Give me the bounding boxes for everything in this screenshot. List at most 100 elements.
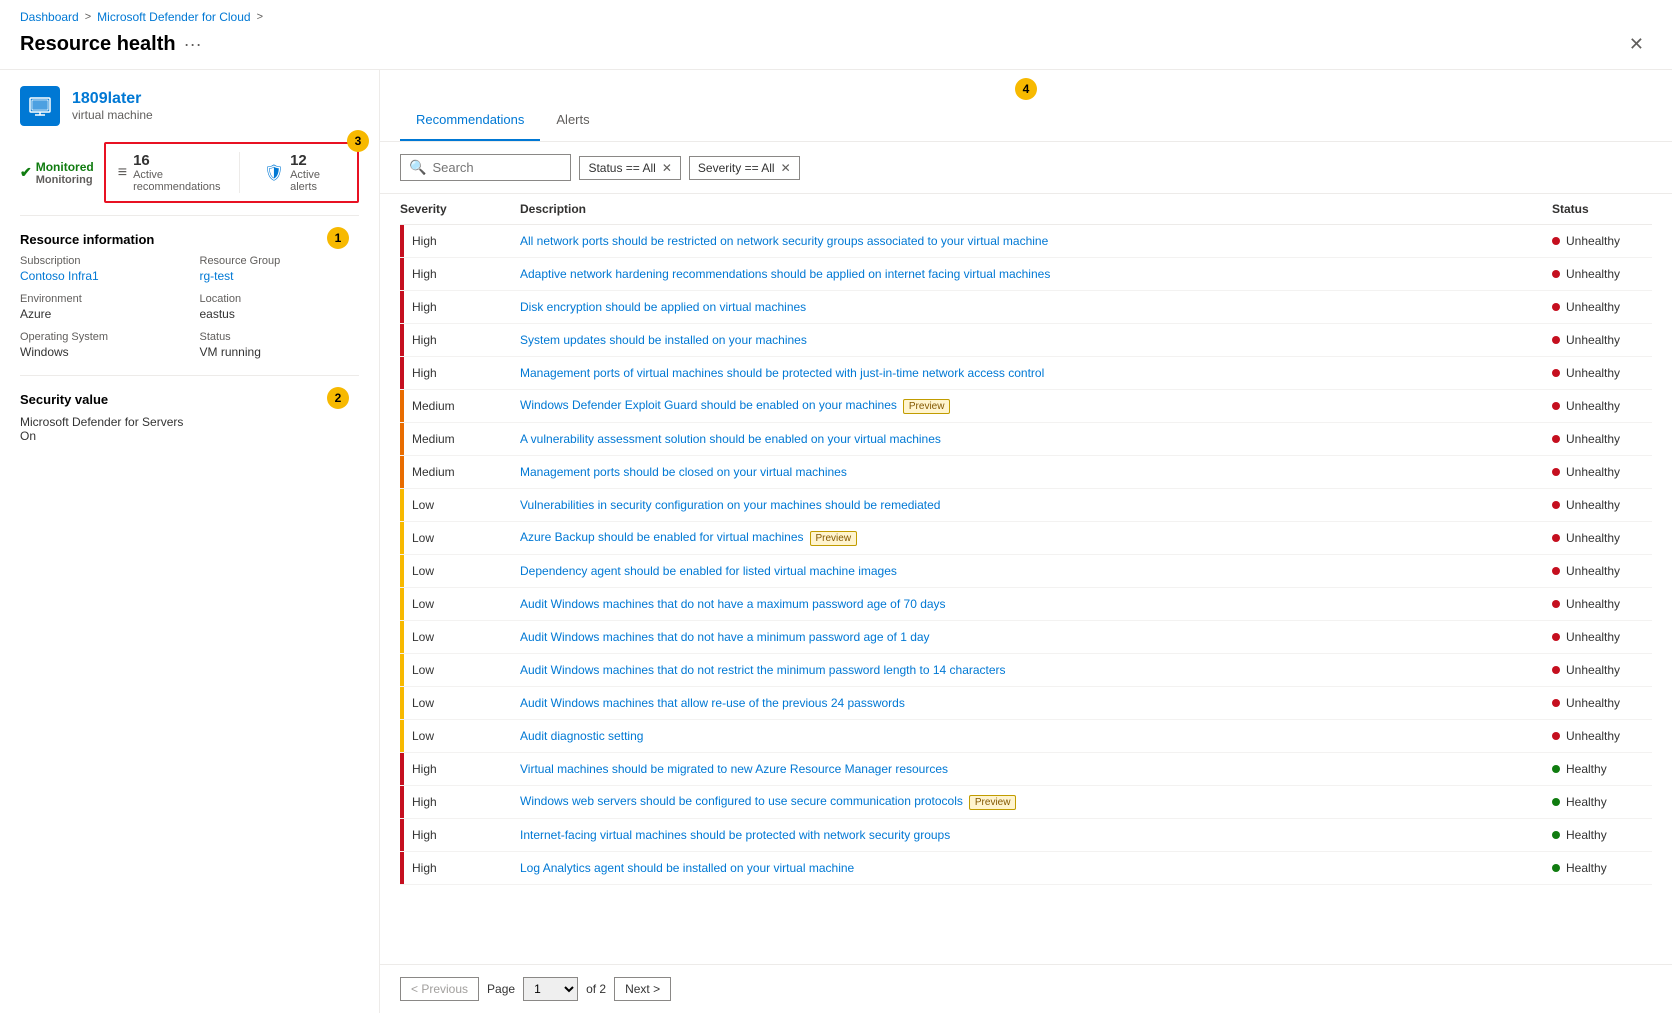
filter-severity-clear[interactable]: ✕ <box>781 161 791 175</box>
status-label: Unhealthy <box>1566 729 1620 743</box>
severity-label: Medium <box>412 465 455 479</box>
filter-status-clear[interactable]: ✕ <box>662 161 672 175</box>
status-cell: Unhealthy <box>1552 498 1640 512</box>
severity-label: High <box>412 828 437 842</box>
resource-icon <box>20 86 60 126</box>
status-cell: Healthy <box>1552 861 1640 875</box>
table-row: Low Audit Windows machines that do not h… <box>400 588 1652 621</box>
description-link[interactable]: Virtual machines should be migrated to n… <box>520 762 948 776</box>
breadcrumb-defender[interactable]: Microsoft Defender for Cloud <box>97 10 250 24</box>
description-link[interactable]: System updates should be installed on yo… <box>520 333 807 347</box>
status-label: Unhealthy <box>1566 267 1620 281</box>
status-label: Unhealthy <box>1566 465 1620 479</box>
resource-info: 1809later virtual machine <box>72 90 153 122</box>
breadcrumb-sep-1: > <box>85 11 91 23</box>
status-label: Unhealthy <box>1566 432 1620 446</box>
severity-label: Low <box>412 498 434 512</box>
description-link[interactable]: Log Analytics agent should be installed … <box>520 861 854 875</box>
filter-severity-label: Severity == All <box>698 161 775 175</box>
table-row: High Internet-facing virtual machines sh… <box>400 819 1652 852</box>
environment-label: Environment <box>20 293 180 305</box>
col-description: Description <box>520 194 1552 225</box>
status-cell: Unhealthy <box>1552 597 1640 611</box>
close-button[interactable]: ✕ <box>1621 30 1652 59</box>
severity-label: High <box>412 762 437 776</box>
ellipsis-button[interactable]: ··· <box>184 34 202 55</box>
status-label: Healthy <box>1566 762 1607 776</box>
table-row: Low Dependency agent should be enabled f… <box>400 555 1652 588</box>
description-link[interactable]: Audit Windows machines that do not restr… <box>520 663 1006 677</box>
environment-item: Environment Azure <box>20 293 180 321</box>
monitored-badge: ✔ Monitored Monitoring <box>20 160 94 186</box>
subscription-value[interactable]: Contoso Infra1 <box>20 269 180 283</box>
table-row: High Management ports of virtual machine… <box>400 357 1652 390</box>
os-label: Operating System <box>20 331 180 343</box>
stats-box-container: 3 ≡ 16 Active recommendations 🛡 12 <box>104 142 359 203</box>
search-input[interactable] <box>432 160 562 175</box>
resource-group-value[interactable]: rg-test <box>200 269 360 283</box>
breadcrumb-sep-2: > <box>257 11 263 23</box>
status-label: Healthy <box>1566 828 1607 842</box>
description-link[interactable]: Disk encryption should be applied on vir… <box>520 300 806 314</box>
environment-value: Azure <box>20 307 180 321</box>
table-row: Low Vulnerabilities in security configur… <box>400 489 1652 522</box>
info-grid: Subscription Contoso Infra1 Resource Gro… <box>20 255 359 359</box>
table-header-row: Severity Description Status <box>400 194 1652 225</box>
description-link[interactable]: Audit Windows machines that do not have … <box>520 597 946 611</box>
location-label: Location <box>200 293 360 305</box>
status-label: Unhealthy <box>1566 630 1620 644</box>
description-link[interactable]: Management ports should be closed on you… <box>520 465 847 479</box>
status-dot <box>1552 468 1560 476</box>
table-row: Low Audit Windows machines that allow re… <box>400 687 1652 720</box>
status-cell: Unhealthy <box>1552 465 1640 479</box>
status-dot <box>1552 864 1560 872</box>
description-link[interactable]: Adaptive network hardening recommendatio… <box>520 267 1050 281</box>
description-link[interactable]: Windows Defender Exploit Guard should be… <box>520 398 897 412</box>
preview-badge: Preview <box>903 399 951 414</box>
description-link[interactable]: Management ports of virtual machines sho… <box>520 366 1044 380</box>
breadcrumb-dashboard[interactable]: Dashboard <box>20 10 79 24</box>
status-cell: Unhealthy <box>1552 300 1640 314</box>
col-status: Status <box>1552 194 1652 225</box>
status-label: Unhealthy <box>1566 564 1620 578</box>
subscription-item: Subscription Contoso Infra1 <box>20 255 180 283</box>
annotation-2: 2 <box>327 387 349 409</box>
tab-alerts[interactable]: Alerts <box>540 100 605 141</box>
tab-recommendations[interactable]: Recommendations <box>400 100 540 141</box>
page-title: Resource health <box>20 33 176 56</box>
status-cell: Unhealthy <box>1552 630 1640 644</box>
pagination: < Previous Page 1 2 of 2 Next > <box>380 964 1672 1013</box>
description-link[interactable]: All network ports should be restricted o… <box>520 234 1048 248</box>
annotation-3: 3 <box>347 130 369 152</box>
description-link[interactable]: Azure Backup should be enabled for virtu… <box>520 530 804 544</box>
severity-label: Low <box>412 597 434 611</box>
search-box[interactable]: 🔍 <box>400 154 571 181</box>
description-link[interactable]: Internet-facing virtual machines should … <box>520 828 950 842</box>
filter-severity[interactable]: Severity == All ✕ <box>689 156 800 180</box>
page-header: Resource health ··· ✕ <box>0 28 1672 69</box>
stats-box[interactable]: ≡ 16 Active recommendations 🛡 12 Active … <box>104 142 359 203</box>
status-dot <box>1552 237 1560 245</box>
description-link[interactable]: A vulnerability assessment solution shou… <box>520 432 941 446</box>
status-label: Unhealthy <box>1566 663 1620 677</box>
page-select[interactable]: 1 2 <box>523 977 578 1001</box>
resource-group-item: Resource Group rg-test <box>200 255 360 283</box>
description-link[interactable]: Dependency agent should be enabled for l… <box>520 564 897 578</box>
description-link[interactable]: Audit Windows machines that do not have … <box>520 630 930 644</box>
description-link[interactable]: Vulnerabilities in security configuratio… <box>520 498 940 512</box>
description-link[interactable]: Audit diagnostic setting <box>520 729 643 743</box>
description-link[interactable]: Audit Windows machines that allow re-use… <box>520 696 905 710</box>
description-link[interactable]: Windows web servers should be configured… <box>520 794 963 808</box>
of-label: of 2 <box>586 982 606 996</box>
table-row: Low Audit Windows machines that do not r… <box>400 654 1652 687</box>
vm-status-label: Status <box>200 331 360 343</box>
resource-name[interactable]: 1809later <box>72 90 153 108</box>
status-dot <box>1552 666 1560 674</box>
resource-type: virtual machine <box>72 108 153 122</box>
next-button[interactable]: Next > <box>614 977 671 1001</box>
previous-button[interactable]: < Previous <box>400 977 479 1001</box>
filter-status[interactable]: Status == All ✕ <box>579 156 680 180</box>
table-row: High Virtual machines should be migrated… <box>400 753 1652 786</box>
table-row: High Log Analytics agent should be insta… <box>400 852 1652 885</box>
defender-label: Microsoft Defender for Servers <box>20 415 359 429</box>
